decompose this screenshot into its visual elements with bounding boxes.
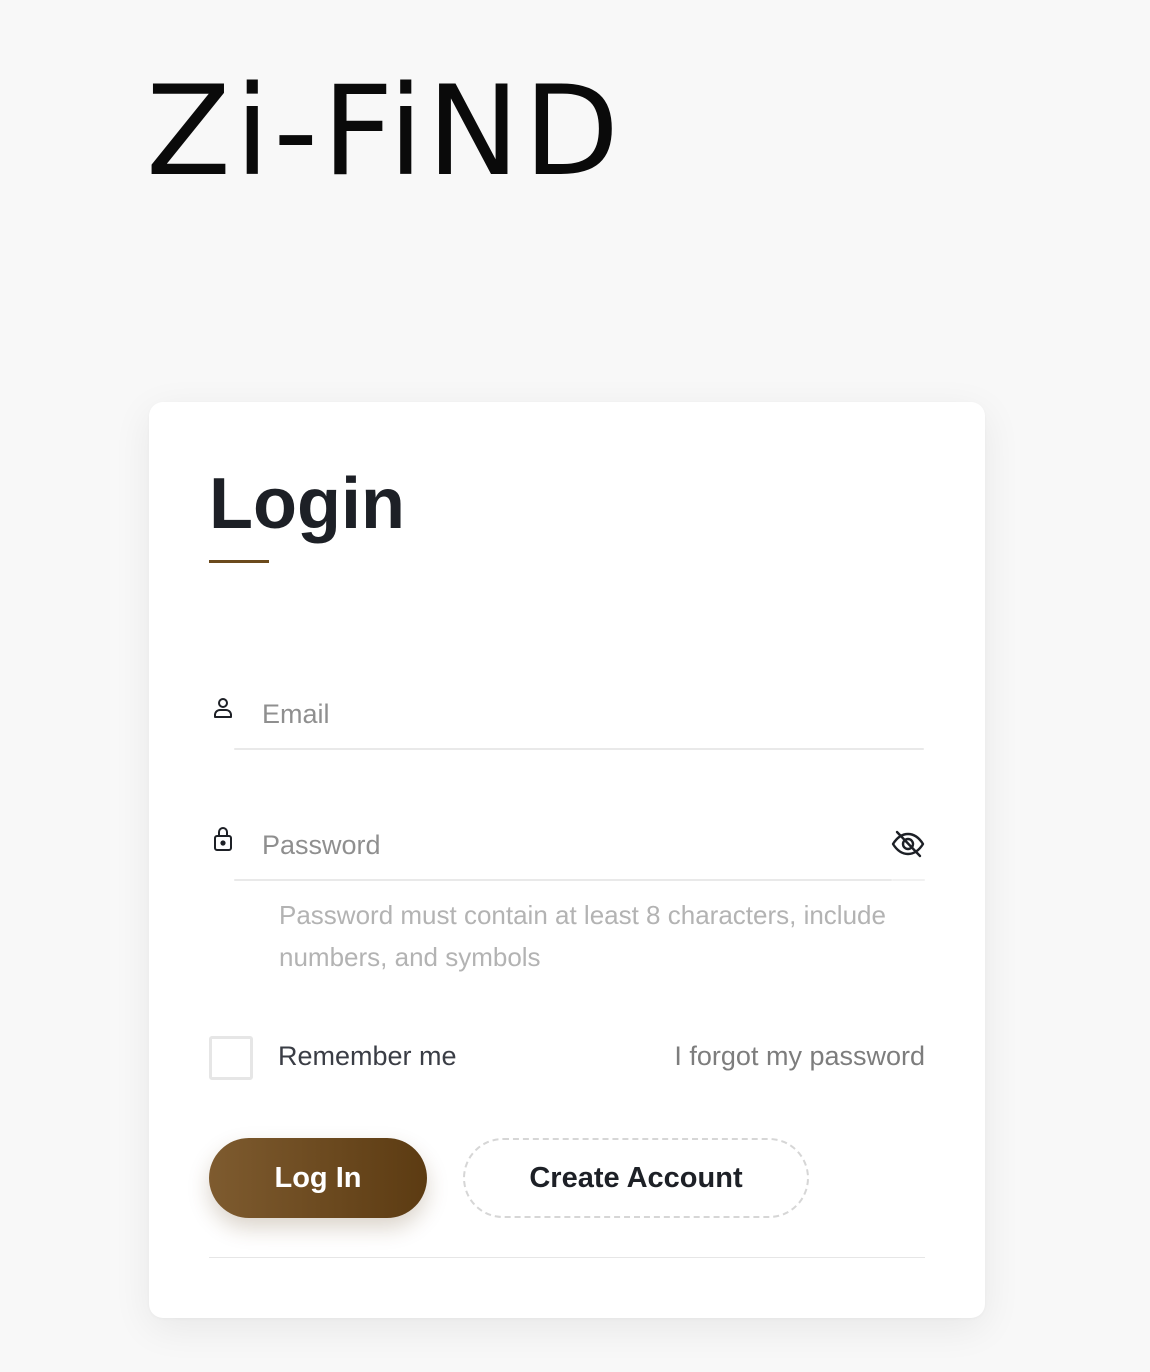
email-input[interactable]	[262, 694, 922, 734]
password-underline	[234, 879, 892, 881]
remember-me-checkbox[interactable]	[209, 1036, 253, 1080]
email-underline	[234, 748, 924, 750]
password-input[interactable]	[262, 825, 882, 865]
toggle-underline	[892, 879, 925, 881]
create-account-button[interactable]: Create Account	[463, 1138, 809, 1218]
forgot-password-link[interactable]: I forgot my password	[674, 1038, 925, 1074]
login-card: Login Password must contain at least 8 c…	[149, 402, 985, 1318]
eye-off-icon	[891, 830, 925, 863]
login-button[interactable]: Log In	[209, 1138, 427, 1218]
lock-icon	[211, 826, 235, 851]
card-divider	[209, 1257, 925, 1258]
title-underline	[209, 560, 269, 563]
password-visibility-toggle[interactable]	[890, 828, 926, 864]
user-icon	[211, 696, 235, 720]
remember-me-label[interactable]: Remember me	[278, 1038, 457, 1074]
page-title: Login	[209, 464, 405, 544]
brand-logo: Zi-FiND	[146, 60, 624, 204]
password-hint: Password must contain at least 8 charact…	[279, 900, 886, 972]
